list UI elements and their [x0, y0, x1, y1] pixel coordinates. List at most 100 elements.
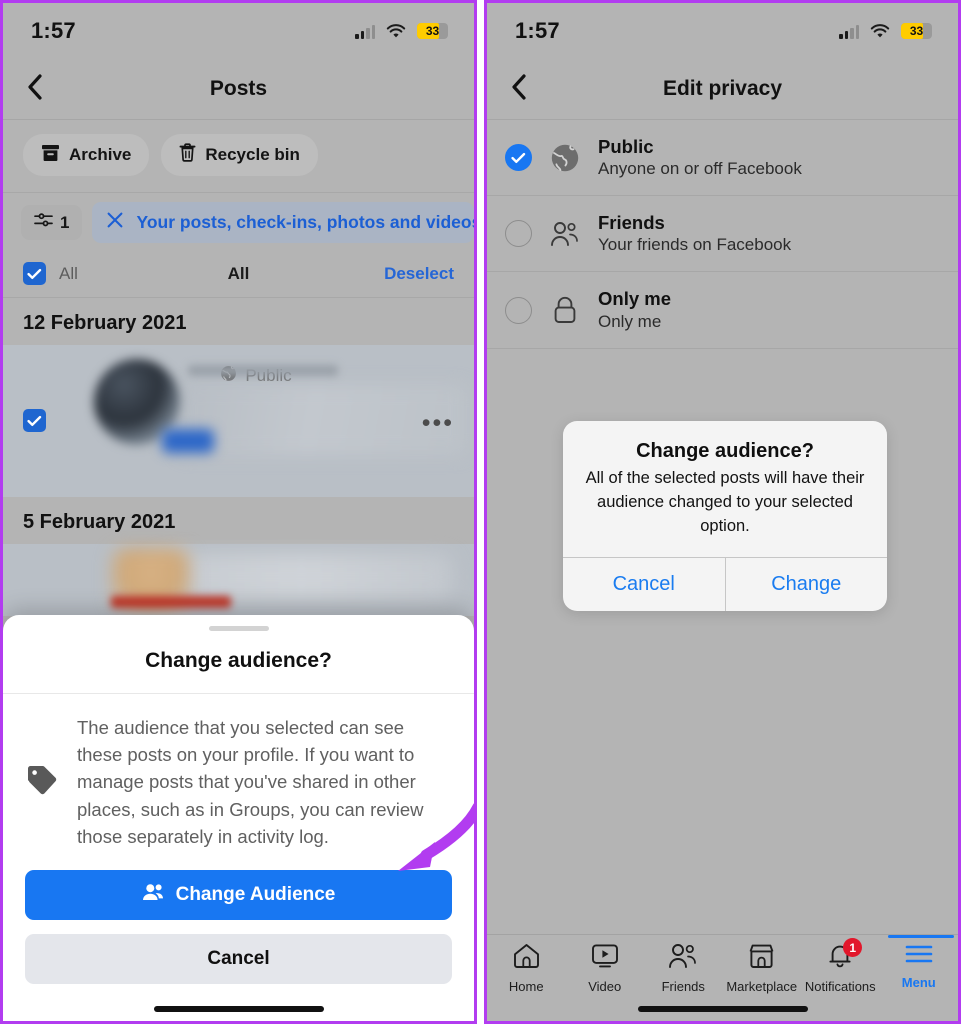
more-options-icon[interactable]: ••• [422, 411, 454, 436]
change-audience-button[interactable]: Change Audience [25, 870, 452, 920]
cellular-signal-icon [839, 24, 859, 39]
tab-label: Home [508, 979, 544, 994]
deselect-button[interactable]: Deselect [384, 264, 454, 284]
privacy-option-subtitle: Your friends on Facebook [598, 235, 792, 255]
friends-icon [668, 943, 698, 974]
wifi-icon [870, 23, 890, 39]
privacy-option-subtitle: Anyone on or off Facebook [598, 159, 802, 179]
archive-box-icon [41, 144, 60, 167]
status-indicators: 33 [839, 23, 932, 39]
archive-chip[interactable]: Archive [23, 134, 150, 176]
page-title: Edit privacy [662, 77, 783, 100]
screenshot-stage: 1:57 33 Posts Archive Recycle bin 1 Your… [0, 0, 961, 1024]
hamburger-menu-icon [905, 943, 933, 970]
tab-friends[interactable]: Friends [644, 943, 723, 994]
change-audience-button-label: Change Audience [175, 884, 336, 905]
tab-home[interactable]: Home [487, 943, 566, 994]
tab-label: Friends [661, 979, 705, 994]
date-header: 5 February 2021 [23, 511, 176, 533]
active-filter-pill[interactable]: Your posts, check-ins, photos and videos [92, 202, 474, 243]
chevron-left-icon [26, 73, 43, 106]
sheet-title: Change audience? [3, 631, 474, 695]
radio-unselected-icon[interactable] [505, 220, 532, 248]
alert-cancel-button[interactable]: Cancel [563, 558, 725, 611]
tab-marketplace[interactable]: Marketplace [723, 943, 802, 994]
status-indicators: 33 [355, 23, 448, 39]
right-screen: 1:57 33 Edit privacy Public Anyone on or… [487, 3, 958, 1021]
right-nav-bar: Edit privacy [487, 59, 958, 120]
battery-level: 33 [425, 24, 440, 38]
tab-label: Video [588, 979, 622, 994]
radio-selected-icon[interactable] [505, 144, 532, 172]
back-button[interactable] [487, 73, 549, 106]
tab-list: Home Video Friends Marketplace 1 Notific… [487, 935, 959, 994]
globe-icon [548, 143, 582, 173]
bottom-tab-bar: Home Video Friends Marketplace 1 Notific… [487, 934, 958, 1021]
close-x-icon[interactable] [106, 211, 124, 234]
privacy-option-public[interactable]: Public Anyone on or off Facebook [487, 120, 958, 197]
tab-label: Menu [901, 975, 936, 990]
chevron-left-icon [510, 73, 527, 106]
privacy-option-title: Only me [598, 288, 671, 310]
select-all-label: All [59, 263, 78, 283]
notification-badge: 1 [843, 938, 863, 957]
tab-menu[interactable]: Menu [880, 935, 959, 990]
left-status-bar: 1:57 33 [3, 3, 474, 59]
tag-icon [25, 763, 59, 802]
alert-title: Change audience? [636, 440, 814, 462]
privacy-option-text: Friends Your friends on Facebook [598, 211, 791, 256]
marketplace-icon [748, 943, 775, 974]
friends-icon [548, 221, 582, 247]
privacy-option-text: Only me Only me [598, 287, 671, 332]
tab-notifications[interactable]: 1 Notifications [801, 938, 880, 994]
tab-video[interactable]: Video [566, 943, 645, 994]
back-button[interactable] [3, 73, 65, 106]
privacy-option-friends[interactable]: Friends Your friends on Facebook [487, 196, 958, 273]
home-icon [513, 943, 540, 974]
alert-buttons: Cancel Change [563, 556, 888, 611]
right-phone-screenshot: 1:57 33 Edit privacy Public Anyone on or… [484, 0, 961, 1024]
home-indicator [637, 1006, 808, 1012]
cancel-button[interactable]: Cancel [25, 934, 452, 984]
archive-chip-label: Archive [69, 145, 132, 164]
select-all-checkbox[interactable] [23, 262, 46, 285]
filter-row: 1 Your posts, check-ins, photos and vide… [3, 193, 474, 252]
privacy-option-title: Public [598, 136, 654, 157]
home-indicator [153, 1006, 324, 1012]
tab-label: Marketplace [726, 979, 798, 994]
page-title: Posts [209, 77, 268, 100]
post-checkbox[interactable] [23, 409, 46, 432]
left-screen: 1:57 33 Posts Archive Recycle bin 1 Your… [3, 3, 474, 1021]
privacy-option-text: Public Anyone on or off Facebook [598, 135, 802, 180]
post-item[interactable]: ••• Public [3, 345, 474, 497]
left-nav-bar: Posts [3, 59, 474, 120]
tab-label: Notifications [804, 979, 876, 994]
left-phone-screenshot: 1:57 33 Posts Archive Recycle bin 1 Your… [0, 0, 477, 1024]
cellular-signal-icon [355, 24, 375, 39]
filter-count: 1 [60, 212, 70, 232]
person-audience-icon [142, 883, 164, 907]
alert-change-button[interactable]: Change [724, 557, 888, 611]
panel-separator [477, 0, 484, 1024]
battery-icon: 33 [901, 23, 932, 39]
trash-icon [179, 143, 196, 167]
select-all-row: All All Deselect [3, 252, 474, 298]
privacy-option-only-me[interactable]: Only me Only me [487, 272, 958, 349]
lock-icon [548, 296, 582, 324]
change-audience-bottom-sheet: Change audience? The audience that you s… [3, 615, 474, 1021]
radio-unselected-icon[interactable] [505, 296, 532, 324]
post-item[interactable] [3, 544, 474, 616]
cancel-button-label: Cancel [207, 948, 270, 969]
recycle-bin-chip[interactable]: Recycle bin [161, 134, 318, 176]
right-status-bar: 1:57 33 [487, 3, 958, 59]
status-time: 1:57 [31, 18, 76, 43]
alert-message: All of the selected posts will have thei… [585, 469, 865, 535]
post-content-blurred: ••• Public [58, 355, 468, 483]
battery-icon: 33 [417, 23, 448, 39]
filter-settings-button[interactable]: 1 [21, 205, 83, 240]
change-audience-alert: Change audience? All of the selected pos… [563, 421, 887, 611]
sliders-icon [34, 212, 53, 233]
active-filter-label: Your posts, check-ins, photos and videos [136, 212, 474, 232]
wifi-icon [386, 23, 406, 39]
sheet-body: The audience that you selected can see t… [3, 694, 474, 866]
